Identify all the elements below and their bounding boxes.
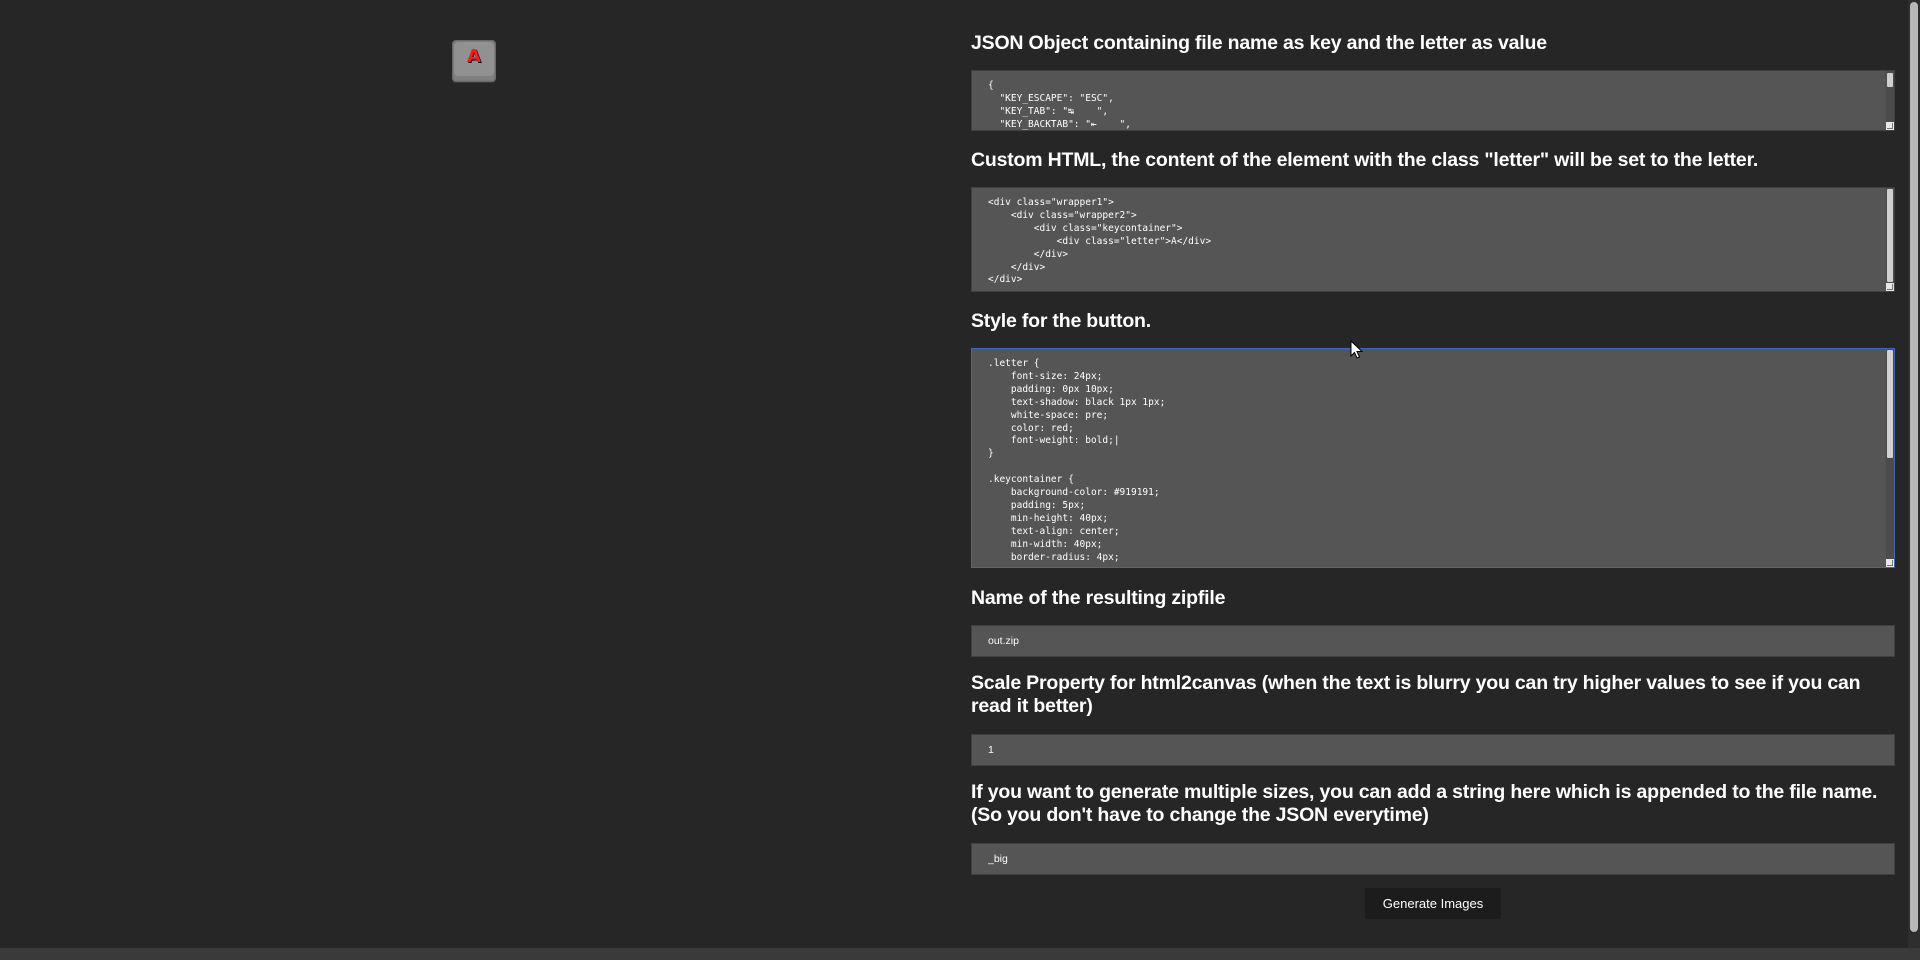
page: A JSON Object containing file name as ke… xyxy=(0,0,1920,960)
json-textarea-resize-handle[interactable] xyxy=(1886,122,1894,130)
html-textarea[interactable]: <div class="wrapper1"> <div class="wrapp… xyxy=(971,187,1895,292)
page-vertical-scrollbar[interactable] xyxy=(1908,0,1920,948)
style-textarea-scroll-thumb[interactable] xyxy=(1887,350,1893,458)
style-textarea-content: .letter { font-size: 24px; padding: 0px … xyxy=(988,358,1166,563)
style-textarea-resize-handle[interactable] xyxy=(1886,559,1894,567)
generate-images-button[interactable]: Generate Images xyxy=(1365,888,1501,919)
preview-wrapper2: A xyxy=(452,40,496,82)
key-preview: A xyxy=(452,40,496,82)
html-textarea-content: <div class="wrapper1"> <div class="wrapp… xyxy=(988,197,1212,286)
preview-wrapper1: A xyxy=(452,40,496,82)
preview-letter: A xyxy=(467,46,481,67)
suffix-label: If you want to generate multiple sizes, … xyxy=(971,781,1878,826)
style-textarea[interactable]: .letter { font-size: 24px; padding: 0px … xyxy=(971,348,1895,568)
json-label: JSON Object containing file name as key … xyxy=(971,32,1547,54)
html-textarea-scrollbar[interactable] xyxy=(1886,188,1894,291)
json-textarea-scroll-thumb[interactable] xyxy=(1887,73,1893,87)
scale-input[interactable] xyxy=(971,734,1895,766)
zip-label: Name of the resulting zipfile xyxy=(971,587,1226,609)
html-textarea-scroll-thumb[interactable] xyxy=(1887,189,1893,282)
suffix-input[interactable] xyxy=(971,843,1895,875)
style-label: Style for the button. xyxy=(971,310,1151,332)
style-textarea-scrollbar[interactable] xyxy=(1886,349,1894,567)
zip-name-input[interactable] xyxy=(971,625,1895,657)
html-textarea-resize-handle[interactable] xyxy=(1886,283,1894,291)
html-label: Custom HTML, the content of the element … xyxy=(971,149,1759,171)
mouse-cursor-icon xyxy=(1350,340,1364,359)
json-textarea[interactable]: { "KEY_ESCAPE": "ESC", "KEY_TAB": "↹ ", … xyxy=(971,70,1895,131)
scale-label: Scale Property for html2canvas (when the… xyxy=(971,672,1861,717)
page-scroll-thumb[interactable] xyxy=(1910,2,1918,932)
preview-keycontainer: A xyxy=(454,42,494,80)
json-textarea-content: { "KEY_ESCAPE": "ESC", "KEY_TAB": "↹ ", … xyxy=(988,80,1131,130)
page-horizontal-scrollbar[interactable] xyxy=(0,948,1920,960)
